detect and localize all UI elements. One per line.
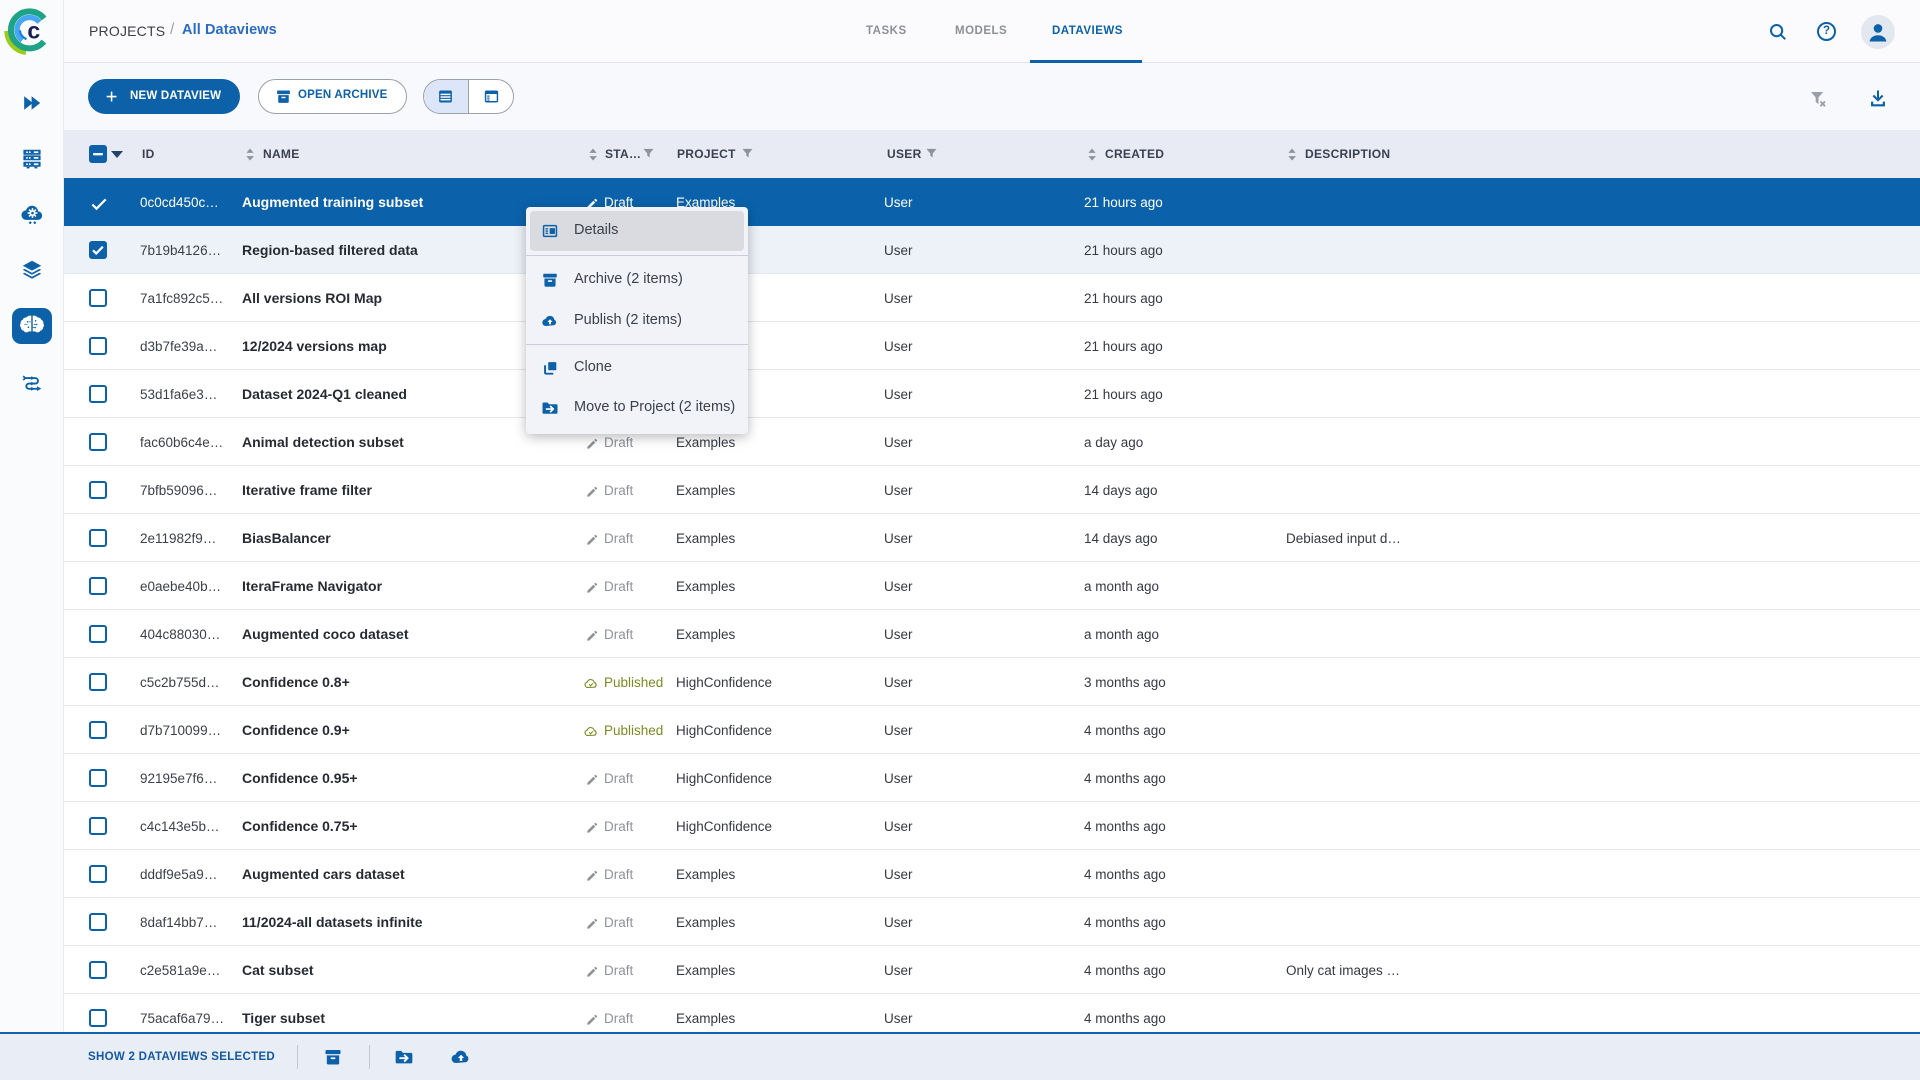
svg-text:c: c: [27, 17, 40, 43]
